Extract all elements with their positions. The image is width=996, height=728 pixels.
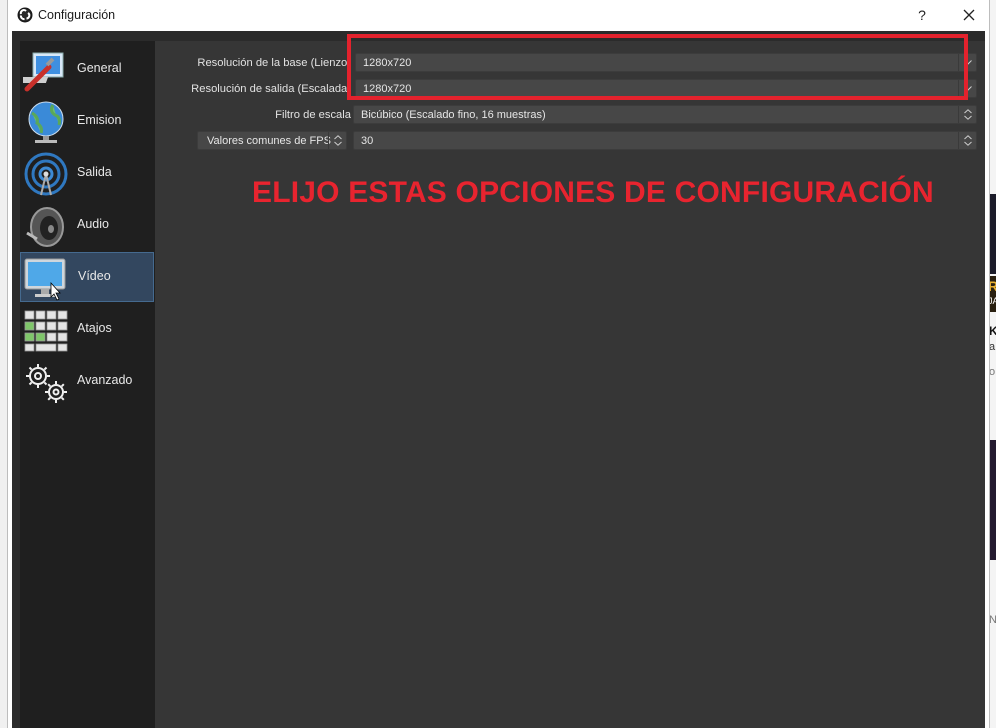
- scale-filter-combo[interactable]: Bicúbico (Escalado fino, 16 muestras): [353, 105, 977, 124]
- sidebar-item-avanzado[interactable]: Avanzado: [20, 356, 154, 406]
- annotation-text: ELIJO ESTAS OPCIONES DE CONFIGURACIÓN: [252, 176, 934, 209]
- updown-arrow-icon[interactable]: [328, 132, 346, 149]
- base-resolution-label: Resolución de la base (Lienzo): [197, 57, 351, 69]
- sidebar-item-salida[interactable]: Salida: [20, 148, 154, 198]
- fps-value: 30: [361, 135, 374, 147]
- keyboard-icon: [24, 310, 68, 352]
- fps-type-combo[interactable]: Valores comunes de FPS: [197, 131, 347, 150]
- updown-arrow-icon[interactable]: [958, 132, 976, 149]
- output-resolution-label: Resolución de salida (Escalada): [191, 83, 351, 95]
- video-settings-panel: Resolución de la base (Lienzo) 1280x720 …: [155, 41, 985, 728]
- sidebar-item-label: Emision: [77, 113, 122, 127]
- sidebar-item-atajos[interactable]: Atajos: [20, 304, 154, 354]
- title-bar[interactable]: Configuración ?: [8, 0, 989, 31]
- bg-fragment-6: N: [989, 614, 996, 626]
- globe-icon: [28, 101, 64, 143]
- settings-client-area: General Emision Salida Audio Vídeo Atajo…: [12, 31, 985, 728]
- sidebar-item-label: Audio: [77, 217, 109, 231]
- sidebar-item-label: Vídeo: [78, 269, 111, 283]
- sidebar-item-label: Avanzado: [77, 373, 133, 387]
- sidebar-item-label: General: [77, 61, 122, 75]
- monitor-icon: [24, 258, 66, 301]
- scale-filter-value: Bicúbico (Escalado fino, 16 muestras): [361, 109, 546, 121]
- sidebar-item-general[interactable]: General: [20, 44, 154, 94]
- speaker-icon: [26, 207, 64, 247]
- sidebar-item-video[interactable]: Vídeo: [20, 252, 154, 302]
- close-icon: [963, 9, 974, 21]
- fps-value-combo[interactable]: 30: [353, 131, 977, 150]
- sidebar-item-label: Salida: [77, 165, 112, 179]
- obs-logo-icon: [17, 7, 33, 23]
- settings-window: Configuración ? General Emision Salida A…: [7, 0, 990, 728]
- highlight-rectangle: [347, 34, 968, 100]
- broadcast-icon: [24, 152, 68, 196]
- settings-sidebar: General Emision Salida Audio Vídeo Atajo…: [20, 41, 155, 728]
- sidebar-item-emision[interactable]: Emision: [20, 96, 154, 146]
- sidebar-item-audio[interactable]: Audio: [20, 200, 154, 250]
- fps-type-label: Valores comunes de FPS: [207, 135, 331, 147]
- close-button[interactable]: [948, 0, 989, 31]
- help-button[interactable]: ?: [904, 0, 940, 31]
- general-icon: [23, 52, 64, 92]
- scale-filter-label: Filtro de escala: [275, 109, 351, 121]
- window-title: Configuración: [38, 8, 116, 22]
- bg-fragment-3: K: [989, 324, 996, 338]
- updown-arrow-icon[interactable]: [958, 106, 976, 123]
- sidebar-item-label: Atajos: [77, 321, 112, 335]
- gears-icon: [26, 364, 67, 403]
